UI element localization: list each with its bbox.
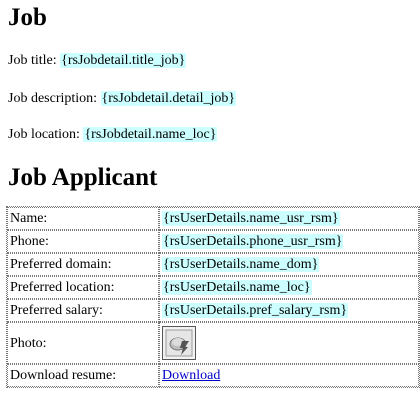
table-row: Preferred location: {rsUserDetails.name_… — [7, 276, 419, 299]
preferred-location-label: Preferred location: — [7, 276, 159, 299]
job-title-value: {rsJobdetail.title_job} — [60, 53, 187, 68]
name-value: {rsUserDetails.name_usr_rsm} — [162, 211, 340, 226]
job-heading: Job — [8, 4, 47, 31]
download-cell: Download — [159, 364, 419, 387]
job-description-line: Job description: {rsJobdetail.detail_job… — [8, 90, 237, 108]
job-title-line: Job title: {rsJobdetail.title_job} — [8, 52, 187, 70]
phone-label: Phone: — [7, 230, 159, 253]
photo-cell — [159, 322, 419, 364]
download-resume-link[interactable]: Download — [162, 368, 220, 383]
job-applicant-heading: Job Applicant — [8, 164, 158, 191]
job-description-label: Job description: — [8, 91, 98, 106]
image-placeholder-icon — [162, 326, 196, 360]
applicant-details-table: Name: {rsUserDetails.name_usr_rsm} Phone… — [6, 206, 420, 388]
table-row: Download resume: Download — [7, 364, 419, 387]
table-row: Preferred salary: {rsUserDetails.pref_sa… — [7, 299, 419, 322]
download-resume-label: Download resume: — [7, 364, 159, 387]
name-value-cell: {rsUserDetails.name_usr_rsm} — [159, 207, 419, 230]
preferred-domain-label: Preferred domain: — [7, 253, 159, 276]
job-location-line: Job location: {rsJobdetail.name_loc} — [8, 126, 218, 144]
table-row: Phone: {rsUserDetails.phone_usr_rsm} — [7, 230, 419, 253]
table-row: Preferred domain: {rsUserDetails.name_do… — [7, 253, 419, 276]
preferred-domain-value: {rsUserDetails.name_dom} — [162, 257, 320, 272]
preferred-salary-value: {rsUserDetails.pref_salary_rsm} — [162, 303, 349, 318]
table-row: Name: {rsUserDetails.name_usr_rsm} — [7, 207, 419, 230]
name-label: Name: — [7, 207, 159, 230]
job-location-value: {rsJobdetail.name_loc} — [83, 127, 218, 142]
photo-label: Photo: — [7, 322, 159, 364]
preferred-salary-label: Preferred salary: — [7, 299, 159, 322]
preferred-salary-value-cell: {rsUserDetails.pref_salary_rsm} — [159, 299, 419, 322]
job-location-label: Job location: — [8, 127, 80, 142]
phone-value-cell: {rsUserDetails.phone_usr_rsm} — [159, 230, 419, 253]
preferred-domain-value-cell: {rsUserDetails.name_dom} — [159, 253, 419, 276]
table-row: Photo: — [7, 322, 419, 364]
preferred-location-value: {rsUserDetails.name_loc} — [162, 280, 312, 295]
job-description-value: {rsJobdetail.detail_job} — [100, 91, 237, 106]
job-title-label: Job title: — [8, 53, 57, 68]
preferred-location-value-cell: {rsUserDetails.name_loc} — [159, 276, 419, 299]
phone-value: {rsUserDetails.phone_usr_rsm} — [162, 234, 344, 249]
